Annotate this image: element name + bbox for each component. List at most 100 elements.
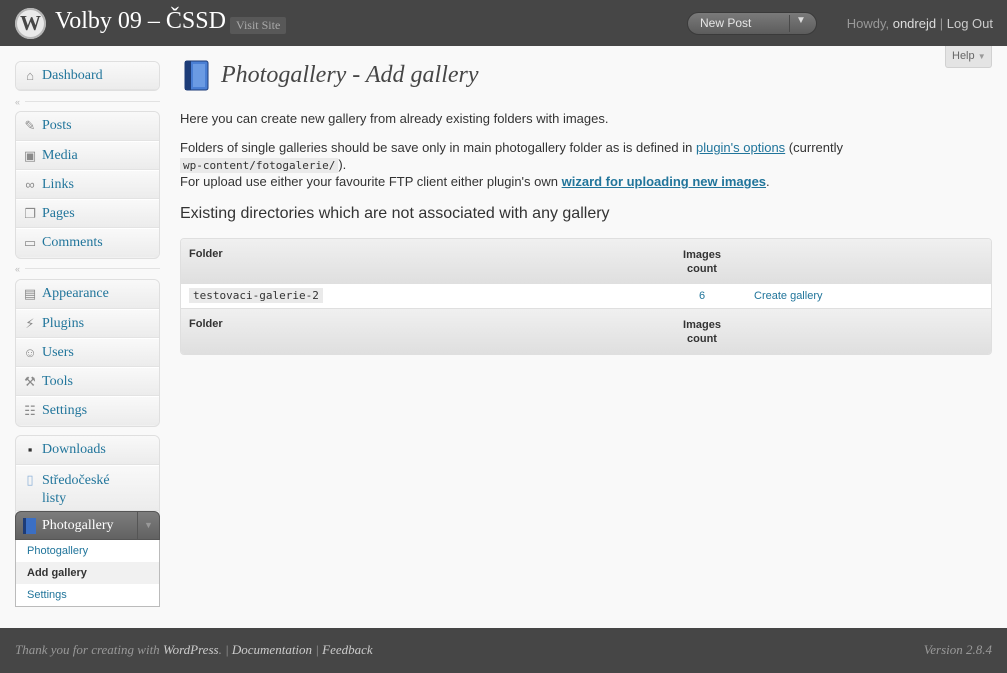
header-line-2: count xyxy=(687,263,717,275)
sidebar-item-photogallery[interactable]: Photogallery ▼ xyxy=(15,511,160,540)
header-line-1: Images xyxy=(683,249,721,261)
folder-path-line: wp-content/fotogalerie/). xyxy=(180,157,347,173)
section-heading: Existing directories which are not assoc… xyxy=(180,205,610,222)
appearance-icon: ▤ xyxy=(23,286,37,301)
sidebar-item-label[interactable]: Pages xyxy=(42,206,75,222)
menu-group-settings: ▤ Appearance ⚡ Plugins ☺ Users ⚒ Tools ☷… xyxy=(15,279,160,427)
upload-text: For upload use either your favourite FTP… xyxy=(180,174,562,189)
plugin-options-link[interactable]: plugin's options xyxy=(696,140,785,155)
upload-info: For upload use either your favourite FTP… xyxy=(180,174,770,189)
sidebar-item-label[interactable]: Media xyxy=(42,148,78,164)
separator xyxy=(25,268,160,269)
submenu-item-photogallery[interactable]: Photogallery xyxy=(16,540,159,562)
sidebar-item-appearance[interactable]: ▤ Appearance xyxy=(16,280,159,309)
pin-icon: ✎ xyxy=(24,118,36,133)
sidebar-item-downloads[interactable]: ▪ Downloads xyxy=(16,436,159,465)
book-icon xyxy=(23,518,36,534)
help-label[interactable]: Help xyxy=(952,50,975,62)
submenu-item-settings[interactable]: Settings xyxy=(16,584,159,606)
footer-text: Thank you for creating with xyxy=(15,642,163,657)
column-header-folder: Folder xyxy=(189,248,223,260)
sidebar-item-label[interactable]: Photogallery xyxy=(42,518,114,534)
sidebar-item-plugins[interactable]: ⚡ Plugins xyxy=(16,309,159,338)
sidebar-item-label[interactable]: Settings xyxy=(42,403,87,419)
chevron-down-icon[interactable]: ▼ xyxy=(978,52,986,61)
new-post-label[interactable]: New Post xyxy=(700,16,751,30)
users-icon: ☺ xyxy=(23,345,37,360)
table-footer: Folder Images count xyxy=(181,309,991,354)
separator xyxy=(25,101,160,102)
documentation-link[interactable]: Documentation xyxy=(232,642,312,657)
sidebar-item-label[interactable]: Dashboard xyxy=(42,68,103,84)
floppy-disk-icon: ▪ xyxy=(27,442,33,457)
folders-text: (currently xyxy=(785,140,843,155)
column-header-images-count: Images count xyxy=(661,318,743,346)
menu-group-dashboard: ⌂ Dashboard xyxy=(15,61,160,91)
sidebar-item-label[interactable]: Links xyxy=(42,177,74,193)
sidebar-item-label[interactable]: Posts xyxy=(42,118,72,134)
help-tab[interactable]: Help ▼ xyxy=(945,46,992,68)
links-icon: ∞ xyxy=(25,177,35,192)
menu-group-content: ✎ Posts ▣ Media ∞ Links ❐ Pages ▭ Commen… xyxy=(15,111,160,259)
settings-icon: ☷ xyxy=(24,403,36,418)
page-title: Photogallery - Add gallery xyxy=(221,62,479,88)
admin-header: W Volby 09 – ČSSD Visit Site New Post ▼ … xyxy=(0,0,1007,46)
sidebar-item-links[interactable]: ∞ Links xyxy=(16,170,159,199)
sidebar-item-label[interactable]: Downloads xyxy=(42,442,106,458)
header-line-1: Images xyxy=(683,319,721,331)
sidebar-item-label[interactable]: Středočeské listy xyxy=(42,472,110,508)
submenu-item-add-gallery[interactable]: Add gallery xyxy=(16,562,159,584)
column-header-images-count: Images count xyxy=(661,248,743,276)
new-post-button[interactable]: New Post ▼ xyxy=(687,12,817,35)
photogallery-submenu: Photogallery Add gallery Settings xyxy=(15,540,160,607)
pages-icon: ❐ xyxy=(24,206,36,221)
sidebar-item-label[interactable]: Users xyxy=(42,345,74,361)
folders-text: ). xyxy=(338,157,347,172)
column-header-folder: Folder xyxy=(189,318,223,330)
table-header: Folder Images count xyxy=(181,239,991,284)
collapse-arrow-icon[interactable]: « xyxy=(15,263,27,275)
divider: | xyxy=(312,642,323,657)
label-line-2[interactable]: listy xyxy=(42,491,66,506)
sidebar-item-comments[interactable]: ▭ Comments xyxy=(16,228,159,257)
sidebar-item-media[interactable]: ▣ Media xyxy=(16,141,159,170)
collapse-arrow-icon[interactable]: « xyxy=(15,96,27,108)
wordpress-link[interactable]: WordPress xyxy=(163,642,219,657)
feedback-link[interactable]: Feedback xyxy=(322,642,373,657)
sidebar-item-posts[interactable]: ✎ Posts xyxy=(16,112,159,141)
admin-footer: Thank you for creating with WordPress. |… xyxy=(0,628,1007,673)
intro-text: Here you can create new gallery from alr… xyxy=(180,111,609,126)
sidebar-item-label[interactable]: Plugins xyxy=(42,316,84,332)
table-row: testovaci-galerie-2 6 Create gallery xyxy=(181,284,991,309)
sidebar-item-label[interactable]: Comments xyxy=(42,235,103,251)
chevron-down-icon[interactable]: ▼ xyxy=(137,512,159,539)
tools-icon: ⚒ xyxy=(24,374,36,389)
wordpress-logo-icon: W xyxy=(15,8,46,39)
directories-table: Folder Images count testovaci-galerie-2 … xyxy=(180,238,992,355)
comments-icon: ▭ xyxy=(23,235,37,250)
sidebar-item-pages[interactable]: ❐ Pages xyxy=(16,199,159,228)
chevron-down-icon[interactable]: ▼ xyxy=(796,15,806,26)
home-icon: ⌂ xyxy=(26,68,34,83)
create-gallery-link[interactable]: Create gallery xyxy=(754,290,822,302)
site-title: Volby 09 – ČSSD xyxy=(55,8,226,34)
sidebar-item-tools[interactable]: ⚒ Tools xyxy=(16,367,159,396)
sidebar-item-users[interactable]: ☺ Users xyxy=(16,338,159,367)
divider: | xyxy=(221,642,232,657)
username-link[interactable]: ondrejd xyxy=(893,16,936,31)
visit-site-button[interactable]: Visit Site xyxy=(230,17,287,34)
upload-text: . xyxy=(766,174,770,189)
sidebar-item-label[interactable]: Tools xyxy=(42,374,73,390)
divider xyxy=(789,15,790,32)
images-count: 6 xyxy=(698,290,706,302)
sidebar-item-label[interactable]: Appearance xyxy=(42,286,109,302)
plugins-icon: ⚡ xyxy=(25,316,35,331)
sidebar-item-dashboard[interactable]: ⌂ Dashboard xyxy=(16,62,159,90)
upload-wizard-link[interactable]: wizard for uploading new images xyxy=(562,174,766,189)
sidebar-item-stredoceske-listy[interactable]: ▯ Středočeské listy xyxy=(16,465,159,511)
howdy-text: Howdy, xyxy=(846,16,890,31)
label-line-1[interactable]: Středočeské xyxy=(42,473,110,488)
logout-link[interactable]: Log Out xyxy=(947,16,993,31)
sidebar-item-settings[interactable]: ☷ Settings xyxy=(16,396,159,425)
folder-name: testovaci-galerie-2 xyxy=(189,288,323,303)
